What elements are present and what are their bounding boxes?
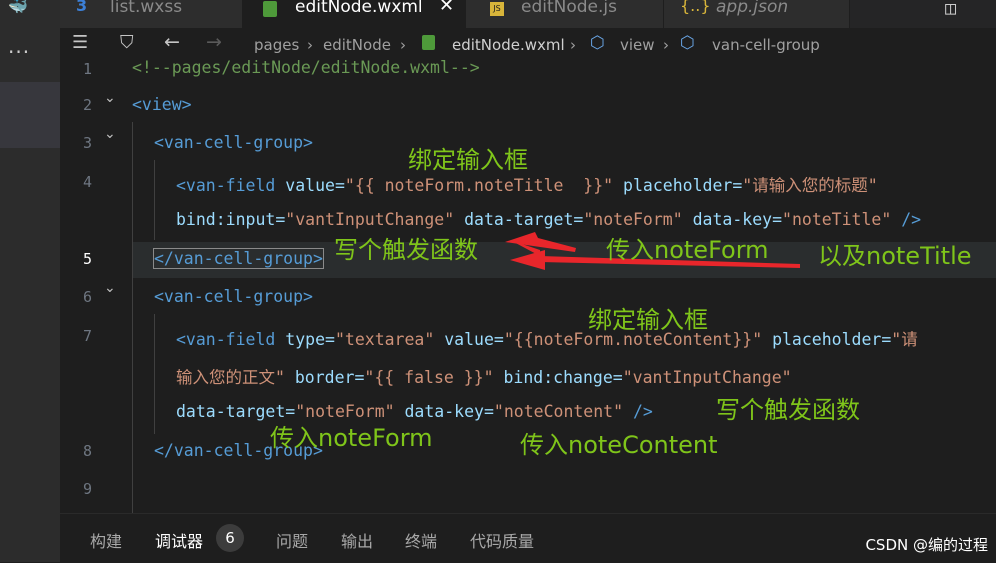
annotation-pass-noteform: 传入noteForm (606, 236, 769, 264)
panel-tab-terminal[interactable]: 终端 (405, 528, 437, 552)
debugger-count-badge: 6 (216, 524, 244, 552)
watermark: CSDN @编的过程 (865, 536, 988, 554)
panel-tab-code-quality[interactable]: 代码质量 (470, 528, 534, 552)
annotation-write-trigger: 写个触发函数 (716, 396, 860, 424)
panel-tab-problems[interactable]: 问题 (276, 528, 308, 552)
annotation-and-notetitle: 以及noteTitle (818, 242, 972, 270)
annotation-arrows (505, 232, 800, 270)
panel-tab-debugger[interactable]: 调试器 (155, 528, 203, 552)
arrow-head (510, 250, 545, 270)
panel-tab-build[interactable]: 构建 (90, 528, 122, 552)
arrow-short (505, 232, 576, 252)
annotation-bind-input: 绑定输入框 (408, 146, 528, 174)
annotation-bind-input: 绑定输入框 (588, 306, 708, 334)
annotation-pass-notecontent: 传入noteContent (520, 431, 718, 459)
panel-tab-output[interactable]: 输出 (341, 528, 373, 552)
annotation-pass-noteform: 传入noteForm (270, 424, 433, 452)
annotation-write-trigger: 写个触发函数 (334, 236, 478, 264)
bottom-panel: 构建 调试器 6 问题 输出 终端 代码质量 CSDN @编的过程 (60, 513, 996, 563)
